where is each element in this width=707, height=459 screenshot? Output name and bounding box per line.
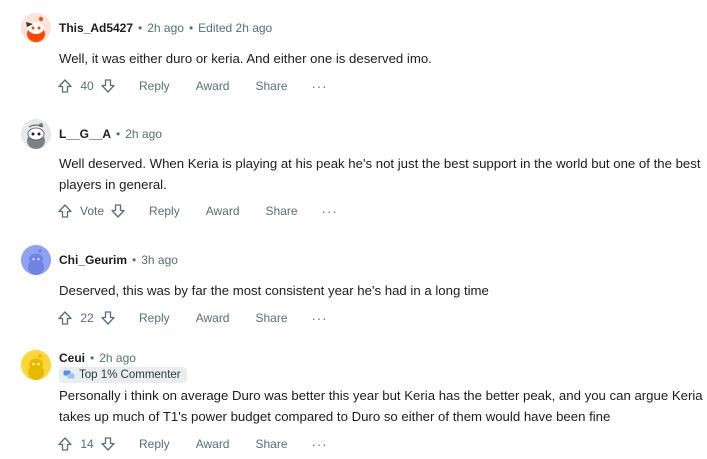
username[interactable]: L__G__A: [59, 127, 111, 141]
downvote-button[interactable]: [100, 436, 116, 452]
reply-button[interactable]: Reply: [133, 311, 170, 325]
comment-age[interactable]: 3h ago: [141, 253, 178, 267]
more-options-button[interactable]: ···: [312, 79, 328, 94]
award-label: Award: [195, 437, 230, 451]
comment-body: Well, it was either duro or keria. And e…: [59, 51, 432, 66]
upvote-icon: [58, 311, 72, 325]
username[interactable]: Chi_Geurim: [59, 253, 127, 267]
upvote-icon: [58, 437, 72, 451]
user-flair: Top 1% Commenter: [59, 367, 187, 383]
comment-body: Well deserved. When Keria is playing at …: [59, 156, 701, 192]
share-label: Share: [255, 79, 288, 93]
avatar[interactable]: [21, 13, 51, 43]
vote-count: 14: [80, 437, 94, 451]
comment-meta: Ceui • 2h ago: [59, 351, 136, 365]
avatar[interactable]: [21, 245, 51, 275]
downvote-button[interactable]: [100, 78, 116, 94]
downvote-button[interactable]: [100, 310, 116, 326]
separator: •: [116, 127, 121, 141]
avatar[interactable]: [21, 119, 51, 149]
share-label: Share: [255, 311, 288, 325]
comment-age[interactable]: 2h ago: [125, 127, 162, 141]
downvote-icon: [101, 79, 115, 93]
comment-actions: Vote Reply Award Share ···: [57, 200, 338, 222]
upvote-button[interactable]: [57, 436, 73, 452]
upvote-button[interactable]: [57, 310, 73, 326]
reply-label: Reply: [139, 437, 170, 451]
share-button[interactable]: Share: [260, 204, 298, 218]
comment-actions: 40 Reply Award Share ···: [57, 75, 328, 97]
upvote-button[interactable]: [57, 78, 73, 94]
downvote-icon: [101, 437, 115, 451]
username[interactable]: Ceui: [59, 351, 85, 365]
vote-count: 40: [80, 79, 94, 93]
upvote-icon: [58, 79, 72, 93]
comment-age[interactable]: 2h ago: [147, 21, 184, 35]
comment-body: Personally i think on average Duro was b…: [59, 388, 703, 424]
share-label: Share: [265, 204, 298, 218]
comment-meta: L__G__A • 2h ago: [59, 127, 162, 141]
separator: •: [132, 253, 137, 267]
avatar[interactable]: [21, 350, 51, 380]
award-button[interactable]: Award: [190, 311, 230, 325]
share-label: Share: [255, 437, 288, 451]
vote-count: Vote: [80, 204, 105, 218]
share-button[interactable]: Share: [249, 311, 287, 325]
comment-actions: 14 Reply Award Share ···: [57, 433, 328, 455]
reply-button[interactable]: Reply: [133, 79, 170, 93]
username[interactable]: This_Ad5427: [59, 21, 133, 35]
share-button[interactable]: Share: [249, 437, 287, 451]
comment-meta: Chi_Geurim • 3h ago: [59, 253, 178, 267]
edited-label: Edited 2h ago: [198, 21, 273, 35]
chat-bubbles-icon: [63, 370, 75, 379]
reply-label: Reply: [149, 204, 180, 218]
reply-button[interactable]: Reply: [133, 437, 170, 451]
award-label: Award: [195, 311, 230, 325]
award-button[interactable]: Award: [190, 437, 230, 451]
downvote-button[interactable]: [110, 203, 126, 219]
upvote-icon: [58, 204, 72, 218]
share-button[interactable]: Share: [249, 79, 287, 93]
award-button[interactable]: Award: [200, 204, 240, 218]
comment-body: Deserved, this was by far the most consi…: [59, 283, 489, 298]
more-options-button[interactable]: ···: [312, 311, 328, 326]
separator: •: [90, 351, 95, 365]
comment-meta: This_Ad5427 • 2h ago • Edited 2h ago: [59, 21, 272, 35]
flair-label: Top 1% Commenter: [79, 369, 181, 381]
more-options-button[interactable]: ···: [312, 437, 328, 452]
reply-label: Reply: [139, 311, 170, 325]
reply-button[interactable]: Reply: [143, 204, 180, 218]
reply-label: Reply: [139, 79, 170, 93]
downvote-icon: [101, 311, 115, 325]
separator: •: [188, 21, 194, 35]
separator: •: [138, 21, 143, 35]
award-label: Award: [205, 204, 240, 218]
upvote-button[interactable]: [57, 203, 73, 219]
comment-age[interactable]: 2h ago: [99, 351, 136, 365]
downvote-icon: [111, 204, 125, 218]
award-button[interactable]: Award: [190, 79, 230, 93]
comment-actions: 22 Reply Award Share ···: [57, 307, 328, 329]
more-options-button[interactable]: ···: [322, 204, 338, 219]
award-label: Award: [195, 79, 230, 93]
vote-count: 22: [80, 311, 94, 325]
